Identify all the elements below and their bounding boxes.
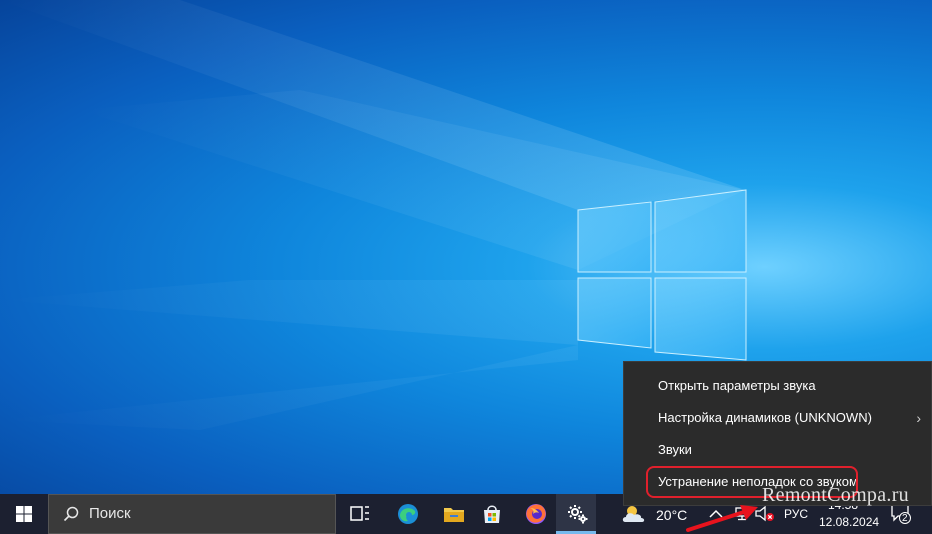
task-view-icon (350, 506, 369, 521)
red-arrow-annotation (686, 505, 758, 532)
search-placeholder: Поиск (89, 505, 131, 522)
start-button[interactable] (0, 494, 48, 534)
settings-icon (568, 505, 588, 524)
task-view-button[interactable] (338, 494, 382, 534)
menu-item-speaker-setup[interactable]: Настройка динамиков (UNKNOWN) › (624, 402, 931, 434)
edge-taskbar-button[interactable] (386, 494, 430, 534)
store-taskbar-button[interactable] (470, 494, 514, 534)
settings-taskbar-button[interactable] (556, 494, 600, 534)
menu-item-label: Звуки (658, 442, 692, 457)
menu-item-label: Открыть параметры звука (658, 378, 816, 393)
firefox-icon (526, 504, 546, 524)
notification-badge: 2 (902, 513, 908, 524)
edge-icon (398, 504, 418, 524)
menu-item-label: Настройка динамиков (UNKNOWN) (658, 410, 872, 425)
language-indicator[interactable]: РУС (784, 507, 808, 521)
file-explorer-icon (444, 508, 464, 522)
watermark-text: RemontCompa.ru (762, 484, 909, 506)
menu-item-open-sound-settings[interactable]: Открыть параметры звука (624, 370, 931, 402)
firefox-taskbar-button[interactable] (514, 494, 558, 534)
menu-item-sounds[interactable]: Звуки (624, 434, 931, 466)
chevron-right-icon: › (916, 410, 921, 426)
search-icon (63, 506, 79, 522)
search-input[interactable]: Поиск (48, 494, 336, 534)
store-icon (484, 505, 500, 523)
weather-temperature: 20°C (656, 507, 688, 523)
clock-date: 12.08.2024 (819, 515, 880, 529)
windows-start-icon (16, 506, 32, 522)
